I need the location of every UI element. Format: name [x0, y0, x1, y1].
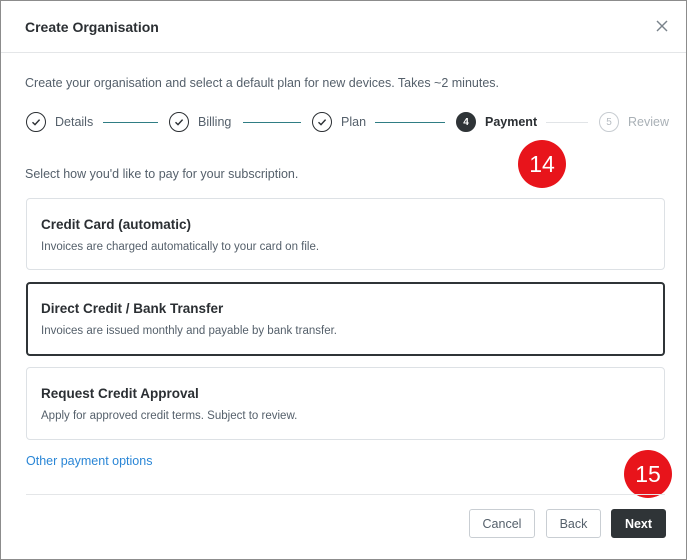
option-bank-transfer[interactable]: Direct Credit / Bank Transfer Invoices a… [26, 282, 665, 356]
step-connector [546, 122, 588, 123]
step-label: Review [628, 115, 669, 129]
annotation-badge-15: 15 [624, 450, 672, 498]
step-plan[interactable]: Plan [312, 111, 366, 133]
option-description: Invoices are charged automatically to yo… [41, 241, 320, 253]
option-description: Apply for approved credit terms. Subject… [41, 410, 298, 422]
option-title: Request Credit Approval [41, 386, 199, 401]
step-payment: 4 Payment [456, 111, 537, 133]
step-connector [103, 122, 158, 123]
step-label: Payment [485, 115, 538, 129]
option-title: Credit Card (automatic) [41, 217, 192, 232]
step-label: Details [55, 115, 94, 129]
payment-prompt: Select how you'd like to pay for your su… [25, 167, 299, 181]
next-button[interactable]: Next [611, 509, 666, 538]
back-button[interactable]: Back [546, 509, 601, 538]
cancel-button[interactable]: Cancel [469, 509, 535, 538]
option-description: Invoices are issued monthly and payable … [41, 325, 337, 337]
dialog: Create Organisation Create your organisa… [0, 0, 687, 560]
step-number: 4 [456, 112, 476, 132]
step-details[interactable]: Details [26, 111, 93, 133]
step-billing[interactable]: Billing [169, 111, 231, 133]
dialog-header: Create Organisation [1, 1, 686, 53]
option-credit-card[interactable]: Credit Card (automatic) Invoices are cha… [26, 198, 665, 270]
step-number: 5 [599, 112, 619, 132]
step-connector [243, 122, 301, 123]
step-label: Billing [198, 115, 232, 129]
dialog-intro: Create your organisation and select a de… [25, 76, 500, 90]
option-credit-approval[interactable]: Request Credit Approval Apply for approv… [26, 367, 665, 440]
check-icon [169, 112, 189, 132]
check-icon [312, 112, 332, 132]
option-title: Direct Credit / Bank Transfer [41, 301, 224, 316]
annotation-badge-14: 14 [518, 140, 566, 188]
footer-divider [26, 494, 665, 495]
step-connector [375, 122, 445, 123]
step-review: 5 Review [599, 111, 669, 133]
check-icon [26, 112, 46, 132]
dialog-title: Create Organisation [25, 19, 159, 35]
close-icon[interactable] [651, 15, 673, 37]
other-payment-options-link[interactable]: Other payment options [26, 454, 152, 468]
step-label: Plan [341, 115, 367, 129]
